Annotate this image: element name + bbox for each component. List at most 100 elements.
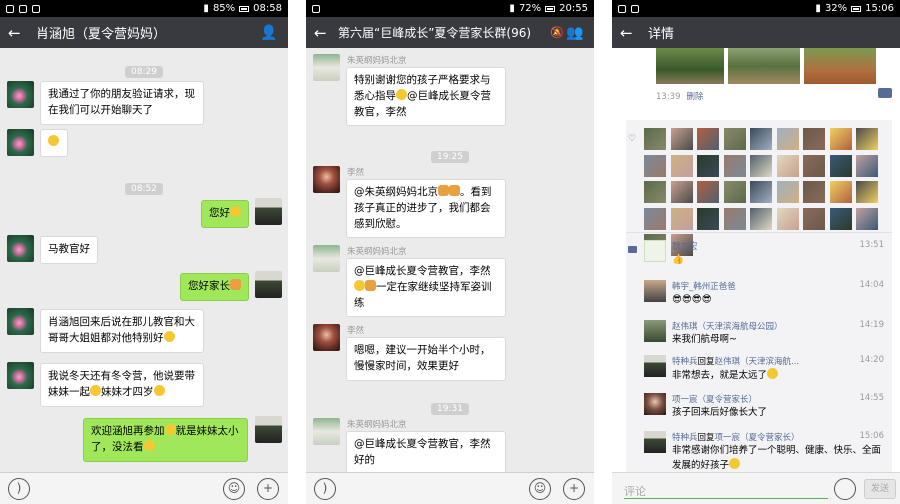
emoji-icon[interactable] <box>834 478 856 500</box>
avatar[interactable] <box>313 245 340 272</box>
liker-avatar[interactable] <box>803 154 825 177</box>
liker-avatar[interactable] <box>670 128 693 150</box>
plus-icon[interactable]: + <box>563 478 585 500</box>
back-arrow-icon[interactable]: ← <box>314 24 336 42</box>
avatar[interactable] <box>644 320 666 342</box>
liker-avatar[interactable] <box>644 181 666 203</box>
post-photo[interactable] <box>656 48 724 84</box>
avatar[interactable] <box>313 418 340 445</box>
avatar[interactable] <box>7 81 34 108</box>
liker-avatar[interactable] <box>697 207 719 230</box>
liker-avatar[interactable] <box>803 128 825 150</box>
avatar[interactable] <box>7 308 34 335</box>
status-bar: ▮ 85% 08:58 <box>0 0 288 17</box>
comment-author[interactable]: 特种兵回复项一宸（夏令营家长） <box>672 431 800 443</box>
avatar[interactable] <box>7 129 34 156</box>
plus-icon[interactable]: + <box>257 478 279 500</box>
message-bubble[interactable]: 肖涵旭回来后说在那儿教官和大哥哥大姐姐都对他特别好 <box>40 309 204 353</box>
message-bubble[interactable]: 马教官好 <box>40 236 98 264</box>
liker-avatar[interactable] <box>750 207 772 230</box>
liker-avatar[interactable] <box>750 181 772 203</box>
liker-avatar[interactable] <box>697 154 719 177</box>
smile-emoji-icon <box>396 88 407 100</box>
liker-avatar[interactable] <box>829 207 852 230</box>
liker-avatar[interactable] <box>750 128 772 150</box>
message-bubble[interactable]: 我通过了你的朋友验证请求，现在我们可以开始聊天了 <box>40 81 204 125</box>
voice-icon[interactable]: ) <box>314 478 336 500</box>
emoji-icon[interactable]: ☺ <box>529 478 551 500</box>
avatar[interactable] <box>313 54 340 81</box>
message-bubble[interactable]: @巨峰成长夏令营教官，李然一定在家继续坚持军姿训练 <box>346 258 506 318</box>
avatar[interactable] <box>255 271 282 298</box>
contact-profile-icon[interactable]: 👤 <box>258 25 280 41</box>
delete-link[interactable]: 删除 <box>687 92 704 102</box>
liker-avatar[interactable] <box>776 207 799 230</box>
liker-avatar[interactable] <box>644 128 666 150</box>
avatar[interactable] <box>7 235 34 262</box>
liker-avatar[interactable] <box>829 128 852 150</box>
voice-icon[interactable]: ) <box>8 478 30 500</box>
liker-avatar[interactable] <box>803 207 825 230</box>
comment-author[interactable]: 韩宇_韩州正爸爸 <box>672 280 736 292</box>
liker-avatar[interactable] <box>697 128 719 150</box>
liker-avatar[interactable] <box>776 181 799 203</box>
comment-author[interactable]: 项一宸（夏令营家长） <box>672 393 757 405</box>
avatar[interactable] <box>644 431 666 453</box>
liker-avatar[interactable] <box>856 181 878 203</box>
liker-avatar[interactable] <box>829 154 852 177</box>
more-options-icon[interactable] <box>878 88 892 98</box>
title-bar: ← 详情 <box>612 17 900 48</box>
liker-avatar[interactable] <box>644 207 666 230</box>
message-bubble[interactable]: 您好家长 <box>180 273 249 301</box>
divider <box>626 232 892 233</box>
liker-avatar[interactable] <box>697 181 719 203</box>
message-bubble[interactable]: 特别谢谢您的孩子严格要求与悉心指导 @巨峰成长夏令营教官，李然 <box>346 67 506 127</box>
message-bubble[interactable] <box>40 129 68 157</box>
back-arrow-icon[interactable]: ← <box>620 24 642 42</box>
comment-author[interactable]: 魏方宏 <box>672 240 698 252</box>
liker-avatar[interactable] <box>723 128 746 150</box>
message-bubble[interactable]: 您好 <box>201 200 249 228</box>
liker-avatar[interactable] <box>750 154 772 177</box>
liker-avatar[interactable] <box>856 207 878 230</box>
avatar[interactable] <box>7 362 34 389</box>
liker-avatar[interactable] <box>803 181 825 203</box>
liker-avatar[interactable] <box>670 181 693 203</box>
message-list[interactable]: 朱英纲妈妈北京 特别谢谢您的孩子严格要求与悉心指导 @巨峰成长夏令营教官，李然 1… <box>306 48 594 475</box>
liker-avatar[interactable] <box>856 128 878 150</box>
message-bubble[interactable]: @朱英纲妈妈北京 。看到孩子真正的进步了，我们都会感到欣慰。 <box>346 179 506 239</box>
comment-author[interactable]: 特种兵回复赵伟琪（天津滨海航... <box>672 355 799 367</box>
message-bubble[interactable]: @巨峰成长夏令营教官，李然 好的 <box>346 431 506 475</box>
liker-avatar[interactable] <box>723 207 746 230</box>
liker-avatar[interactable] <box>723 181 746 203</box>
avatar[interactable] <box>313 324 340 351</box>
liker-avatar[interactable] <box>723 154 746 177</box>
message-bubble[interactable]: 我说冬天还有冬令营，他说要带妹妹一起 妹妹才四岁 <box>40 363 204 407</box>
post-photo[interactable] <box>804 48 876 84</box>
liker-avatar[interactable] <box>856 154 878 177</box>
avatar[interactable] <box>313 166 340 193</box>
back-arrow-icon[interactable]: ← <box>8 24 30 42</box>
message-list[interactable]: 08:29 我通过了你的朋友验证请求，现在我们可以开始聊天了 08:52 您好 … <box>0 48 288 472</box>
liker-avatar[interactable] <box>644 154 666 177</box>
avatar[interactable] <box>644 355 666 377</box>
emoji-icon[interactable]: ☺ <box>223 478 245 500</box>
avatar[interactable] <box>644 240 666 262</box>
liker-avatar[interactable] <box>829 181 852 203</box>
comment-author[interactable]: 赵伟琪（天津滨海航母公园） <box>672 320 783 332</box>
message-bubble[interactable]: 嗯嗯，建议一开始半个小时，慢慢家时间，效果更好 <box>346 337 506 381</box>
post-photo[interactable] <box>728 48 800 84</box>
message-bubble[interactable]: 欢迎涵旭再参加 就是妹妹太小了，没法看 <box>83 418 248 462</box>
avatar[interactable] <box>255 198 282 225</box>
liker-avatar[interactable] <box>670 207 693 230</box>
avatar[interactable] <box>255 416 282 443</box>
comment-text: 非常感谢你们培养了一个聪明、健康、快乐、全面发展的好孩子 <box>672 445 882 471</box>
avatar[interactable] <box>644 280 666 302</box>
liker-avatar[interactable] <box>776 128 799 150</box>
liker-avatar[interactable] <box>670 154 693 177</box>
send-button[interactable]: 发送 <box>864 479 896 499</box>
group-members-icon[interactable]: 👥 <box>564 25 586 41</box>
avatar[interactable] <box>644 393 666 415</box>
liker-avatar[interactable] <box>776 154 799 177</box>
comment-input[interactable]: 评论 <box>624 479 828 499</box>
